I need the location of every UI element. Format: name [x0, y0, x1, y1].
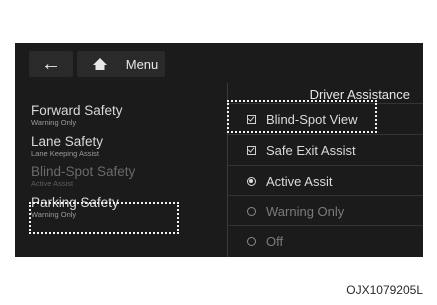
- figure-caption: OJX1079205L: [346, 283, 423, 297]
- radio-active-assist[interactable]: Active Assit: [228, 165, 423, 196]
- back-button[interactable]: ←: [29, 51, 73, 77]
- home-button[interactable]: [77, 51, 123, 77]
- option-label: Active Assit: [266, 173, 333, 189]
- radio-warning-only[interactable]: Warning Only: [228, 195, 423, 226]
- option-label: Warning Only: [266, 203, 345, 219]
- radio-unselected-icon: [246, 236, 256, 246]
- home-icon: [93, 58, 107, 70]
- menu-item-subtitle: Active Assist: [31, 179, 74, 188]
- radio-off[interactable]: Off: [228, 225, 423, 256]
- top-bar: ← Menu: [15, 43, 423, 77]
- menu-item-title: Blind-Spot Safety: [31, 164, 136, 179]
- option-label: Off: [266, 233, 284, 249]
- checkbox-safe-exit-assist[interactable]: Safe Exit Assist: [228, 134, 423, 165]
- menu-item-subtitle: Lane Keeping Assist: [31, 149, 99, 158]
- highlight-box-blind-spot-view: [227, 100, 377, 133]
- menu-item-title: Lane Safety: [31, 134, 104, 149]
- option-label: Safe Exit Assist: [266, 142, 356, 158]
- highlight-box-blind-spot-safety: [29, 202, 179, 234]
- menu-item-lane-safety[interactable]: Lane Safety Lane Keeping Assist: [31, 134, 211, 159]
- radio-selected-icon: [246, 176, 256, 186]
- checkbox-checked-icon: [246, 145, 256, 155]
- menu-item-forward-safety[interactable]: Forward Safety Warning Only: [31, 103, 211, 128]
- menu-item-blind-spot-safety[interactable]: Blind-Spot Safety Active Assist: [31, 164, 211, 189]
- back-arrow-icon: ←: [41, 53, 61, 75]
- radio-unselected-icon: [246, 206, 256, 216]
- menu-button[interactable]: Menu: [119, 51, 165, 77]
- menu-item-title: Forward Safety: [31, 103, 123, 118]
- menu-item-subtitle: Warning Only: [31, 118, 77, 127]
- menu-label: Menu: [125, 56, 159, 72]
